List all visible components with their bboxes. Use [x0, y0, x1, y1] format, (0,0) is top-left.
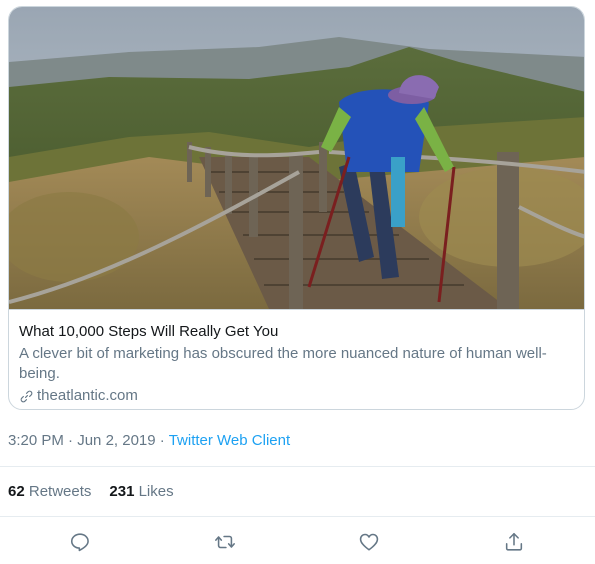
share-button[interactable] [502, 530, 526, 554]
divider [0, 466, 595, 467]
tweet-date: Jun 2, 2019 [77, 432, 156, 449]
likes-count: 231 [109, 483, 135, 500]
retweet-button[interactable] [213, 530, 237, 554]
divider [0, 516, 595, 517]
card-domain-text: theatlantic.com [37, 387, 138, 404]
tweet-client-link[interactable]: Twitter Web Client [169, 432, 290, 449]
like-button[interactable] [357, 530, 381, 554]
likes-stat[interactable]: 231 Likes [109, 483, 173, 500]
article-image [9, 7, 584, 309]
likes-label: Likes [138, 483, 174, 500]
link-preview-card[interactable]: What 10,000 Steps Will Really Get You A … [8, 6, 585, 410]
reply-button[interactable] [68, 530, 92, 554]
tweet-stats: 62 Retweets 231 Likes [8, 482, 174, 502]
heart-icon [359, 533, 379, 551]
retweet-icon [215, 535, 235, 549]
share-icon [505, 532, 523, 551]
retweets-label: Retweets [28, 483, 92, 500]
card-description: A clever bit of marketing has obscured t… [19, 345, 547, 382]
link-icon [20, 390, 33, 402]
meta-separator: · [159, 432, 165, 449]
meta-separator: · [68, 432, 74, 449]
tweet-time: 3:20 PM [8, 432, 64, 449]
retweets-count: 62 [8, 483, 25, 500]
card-text: What 10,000 Steps Will Really Get You A … [9, 309, 584, 409]
card-title: What 10,000 Steps Will Really Get You [19, 323, 279, 340]
tweet-meta: 3:20 PM · Jun 2, 2019 · Twitter Web Clie… [8, 431, 290, 451]
card-domain: theatlantic.com [19, 386, 576, 406]
retweets-stat[interactable]: 62 Retweets [8, 483, 91, 500]
comment-icon [70, 533, 89, 552]
tweet-actions [0, 530, 595, 554]
